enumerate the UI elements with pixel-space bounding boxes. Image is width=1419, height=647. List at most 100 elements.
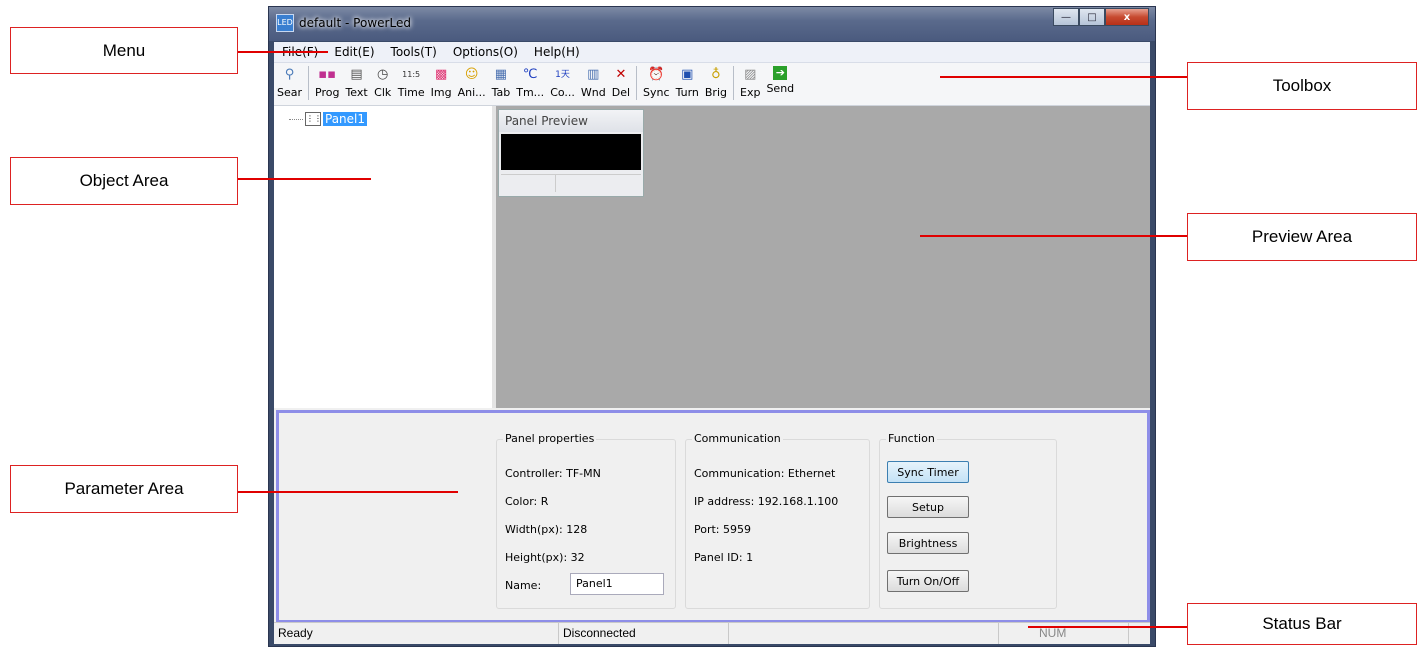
callout-line-object [238,178,371,180]
toolbar: ⚲ Sear ▪▪ Prog ▤ Text ◷ Clk 11:5 Time ▩ Img ☺ A… [274,63,1150,106]
menu-edit[interactable]: Edit(E) [326,45,382,59]
tool-export-button[interactable]: ▨ Exp [737,63,763,99]
status-ready: Ready [274,623,559,644]
tool-label: Tab [491,86,511,99]
panel-preview-display [501,134,641,170]
object-area: ⋮⋮ Panel1 [274,106,496,408]
tool-label: Sync [643,86,670,99]
callout-line-preview [920,235,1187,237]
tool-countdown-button[interactable]: 1天 Co... [547,63,578,99]
panel-preview-window[interactable]: Panel Preview [498,109,644,197]
time-icon: 11:5 [402,70,421,79]
status-empty-pane [729,623,999,644]
panel-node-icon: ⋮⋮ [305,112,322,126]
client-area: File(F) Edit(E) Tools(T) Options(O) Help… [274,42,1150,644]
preview-area: Panel Preview [496,106,1150,408]
tool-text-button[interactable]: ▤ Text [342,63,370,99]
tool-image-button[interactable]: ▩ Img [428,63,455,99]
tool-send-button[interactable]: ➔ Send [763,63,797,95]
tool-label: Wnd [580,86,606,99]
window-title: default - PowerLed [299,16,411,30]
tool-window-button[interactable]: ▥ Wnd [578,63,609,99]
callout-line-status [1028,626,1187,628]
communication-type-text: Communication: Ethernet [694,467,836,480]
color-text: Color: R [505,495,549,508]
group-title: Panel properties [503,432,597,445]
tool-animation-button[interactable]: ☺ Ani... [455,63,489,99]
countdown-icon: 1天 [555,70,570,80]
text-icon: ▤ [350,67,363,82]
callout-preview-area: Preview Area [1187,213,1417,261]
name-input[interactable]: Panel1 [570,573,664,595]
tool-label: Del [611,86,631,99]
toolbar-separator [733,66,734,100]
brightness-icon: ♁ [711,67,721,82]
brightness-button[interactable]: Brightness [887,532,969,554]
tool-program-button[interactable]: ▪▪ Prog [312,63,342,99]
send-icon: ➔ [773,66,788,80]
panel-preview-divider [555,174,556,192]
title-bar[interactable]: LED default - PowerLed — □ x [269,7,1155,41]
animation-icon: ☺ [464,67,479,82]
callout-status-bar: Status Bar [1187,603,1417,645]
maximize-button[interactable]: □ [1079,8,1105,26]
close-button[interactable]: x [1105,8,1149,26]
tool-label: Clk [374,86,392,99]
tool-label: Brig [704,86,727,99]
table-icon: ▦ [494,67,508,82]
window-icon: ▥ [587,67,600,82]
tool-clock-button[interactable]: ◷ Clk [371,63,395,99]
sync-timer-button[interactable]: Sync Timer [887,461,969,483]
tool-delete-button[interactable]: ✕ Del [609,63,633,99]
tool-label: Co... [550,86,575,99]
tool-label: Text [345,86,368,99]
tool-label: Tm... [516,86,545,99]
tool-label: Time [397,86,425,99]
tool-time-button[interactable]: 11:5 Time [395,63,428,99]
callout-line-menu [238,51,328,53]
panel-properties-group: Panel properties Controller: TF-MN Color… [496,432,676,609]
menu-help[interactable]: Help(H) [526,45,588,59]
clock-icon: ◷ [377,67,389,82]
tool-sync-button[interactable]: ⏰ Sync [640,63,673,99]
parameter-area: Panel properties Controller: TF-MN Color… [276,410,1150,623]
tool-label: Prog [315,86,340,99]
communication-group: Communication Communication: Ethernet IP… [685,432,870,609]
controller-text: Controller: TF-MN [505,467,601,480]
image-icon: ▩ [434,67,448,82]
menu-options[interactable]: Options(O) [445,45,526,59]
tool-table-button[interactable]: ▦ Tab [489,63,514,99]
export-icon: ▨ [744,67,757,82]
group-title: Function [886,432,937,445]
menu-bar: File(F) Edit(E) Tools(T) Options(O) Help… [274,42,1150,63]
app-window: LED default - PowerLed — □ x File(F) Edi… [268,6,1156,647]
callout-menu: Menu [10,27,238,74]
panel-id-text: Panel ID: 1 [694,551,754,564]
toolbar-separator [636,66,638,100]
height-text: Height(px): 32 [505,551,585,564]
width-text: Width(px): 128 [505,523,588,536]
ip-address-text: IP address: 192.168.1.100 [694,495,839,508]
tree-connector [289,118,303,120]
app-icon: LED [276,14,294,32]
function-group: Function Sync Timer Setup Brightness Tur… [879,432,1057,609]
tool-turn-button[interactable]: ▣ Turn [673,63,702,99]
setup-button[interactable]: Setup [887,496,969,518]
minimize-button[interactable]: — [1053,8,1079,26]
tool-label: Sear [277,86,303,99]
search-icon: ⚲ [284,67,295,82]
callout-line-toolbox [940,76,1187,78]
tool-temperature-button[interactable]: ℃ Tm... [513,63,547,99]
status-bar: Ready Disconnected NUM [274,622,1150,644]
turn-icon: ▣ [681,67,694,82]
tree-node-panel1[interactable]: ⋮⋮ Panel1 [289,112,368,126]
turn-on-off-button[interactable]: Turn On/Off [887,570,969,592]
tool-label: Exp [740,86,761,99]
toolbar-separator [308,66,310,100]
callout-parameter-area: Parameter Area [10,465,238,513]
callout-object-area: Object Area [10,157,238,205]
tool-search-button[interactable]: ⚲ Sear [274,63,305,99]
tree-node-label[interactable]: Panel1 [323,112,368,126]
menu-tools[interactable]: Tools(T) [383,45,445,59]
tool-brightness-button[interactable]: ♁ Brig [702,63,730,99]
